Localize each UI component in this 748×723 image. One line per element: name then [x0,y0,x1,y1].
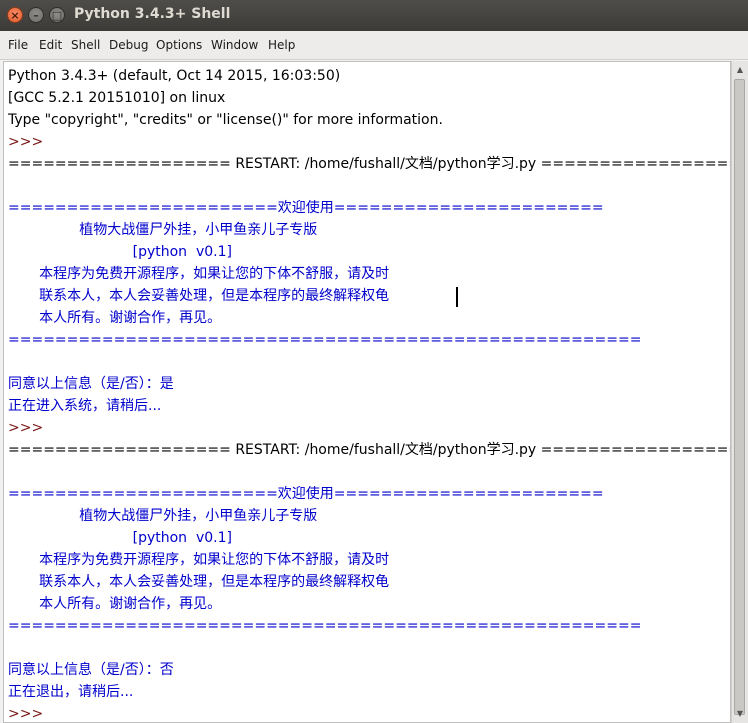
menu-options[interactable]: Options [156,38,202,52]
shell-output-line: 本人所有。谢谢合作，再见。 [8,596,222,612]
shell-output-line: 正在退出，请稍后... [8,684,134,700]
shell-restart-line: =================== RESTART: /home/fusha… [8,442,731,458]
shell-line: Type "copyright", "credits" or "license(… [8,112,443,128]
arrow-down-icon[interactable]: ▼ [732,706,748,722]
shell-output-line: 同意以上信息（是/否）：否 [8,662,174,678]
text-cursor [456,287,458,307]
shell-output-line: 植物大战僵尸外挂，小甲鱼亲儿子专版 [8,508,318,524]
shell-output-line: 本程序为免费开源程序，如果让您的下体不舒服，请及时 [8,552,390,568]
shell-output-line: ========================================… [8,332,642,348]
menu-debug[interactable]: Debug [109,38,148,52]
arrow-up-icon[interactable]: ▲ [732,62,748,78]
vertical-scrollbar[interactable]: ▲ ▼ [731,61,748,723]
menu-file[interactable]: File [8,38,28,52]
menu-bar: File Edit Shell Debug Options Window Hel… [0,31,748,60]
shell-output-line: 植物大战僵尸外挂，小甲鱼亲儿子专版 [8,222,318,238]
shell-prompt: >>> [8,420,48,436]
shell-prompt: >>> [8,134,48,150]
menu-edit[interactable]: Edit [39,38,62,52]
shell-output-line: 同意以上信息（是/否）：是 [8,376,174,392]
shell-output-line: =======================欢迎使用=============… [8,200,604,216]
shell-restart-line: =================== RESTART: /home/fusha… [8,156,731,172]
shell-output-line: =======================欢迎使用=============… [8,486,604,502]
shell-line: Python 3.4.3+ (default, Oct 14 2015, 16:… [8,68,341,84]
window-title: Python 3.4.3+ Shell [74,6,231,22]
shell-output-line: ========================================… [8,618,642,634]
shell-text-area[interactable]: Python 3.4.3+ (default, Oct 14 2015, 16:… [3,61,731,723]
scroll-thumb[interactable] [734,79,745,715]
shell-output-line: 联系本人，本人会妥善处理，但是本程序的最终解释权龟 [8,574,390,590]
menu-help[interactable]: Help [268,38,295,52]
close-icon[interactable]: × [7,7,23,23]
shell-output-line: 本程序为免费开源程序，如果让您的下体不舒服，请及时 [8,266,390,282]
shell-output-line: 联系本人，本人会妥善处理，但是本程序的最终解释权龟 [8,288,390,304]
shell-output-line: 正在进入系统，请稍后... [8,398,162,414]
menu-shell[interactable]: Shell [71,38,100,52]
shell-output-line: [python v0.1] [8,244,232,260]
shell-line: [GCC 5.2.1 20151010] on linux [8,90,226,106]
menu-window[interactable]: Window [211,38,258,52]
shell-output-line: [python v0.1] [8,530,232,546]
idle-shell-window: × – □ Python 3.4.3+ Shell File Edit Shel… [0,0,748,723]
shell-output-line: 本人所有。谢谢合作，再见。 [8,310,222,326]
title-bar[interactable]: × – □ Python 3.4.3+ Shell [0,0,748,31]
minimize-icon[interactable]: – [28,7,44,23]
shell-prompt: >>> [8,706,48,722]
maximize-icon[interactable]: □ [49,7,65,23]
